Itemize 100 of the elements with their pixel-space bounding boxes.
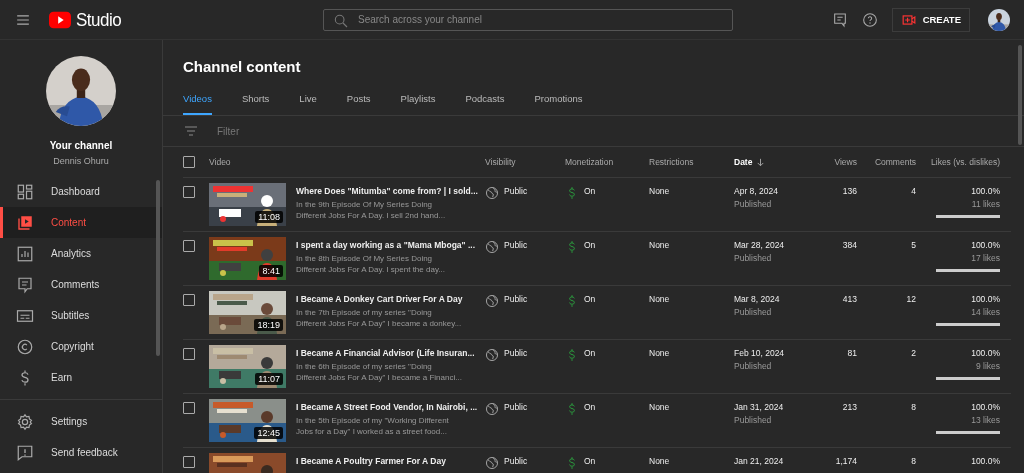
message-icon[interactable] [831, 11, 848, 28]
globe-icon [485, 456, 499, 470]
search-field[interactable]: Search across your channel [323, 8, 733, 31]
tab[interactable]: Posts [346, 87, 371, 115]
status-text: Published [734, 415, 772, 425]
table-cell: 5 [911, 240, 916, 250]
table-cell: Public [504, 240, 528, 250]
table-cell: 100.0% [971, 240, 1000, 250]
copyright-icon [16, 337, 34, 356]
table-cell: Mar 8, 2024 [734, 294, 780, 304]
tab[interactable]: Live [299, 87, 317, 115]
checkbox[interactable] [183, 156, 195, 168]
video-title[interactable]: I Became A Financial Advisor (Life Insuran... [296, 348, 475, 358]
checkbox[interactable] [183, 240, 195, 252]
table-cell: None [649, 402, 670, 412]
bar-chart-icon [16, 244, 34, 263]
sidebar-item[interactable]: Content [0, 207, 162, 238]
table-cell: 2 [911, 348, 916, 358]
tab[interactable]: Shorts [241, 87, 270, 115]
table-cell: Apr 8, 2024 [734, 186, 778, 196]
sidebar-item[interactable]: Copyright [0, 331, 162, 362]
duration-badge: 12:45 [254, 427, 283, 439]
column-header[interactable]: Restrictions [649, 157, 694, 167]
filter-field[interactable]: Filter [217, 125, 417, 137]
duration-badge: 11:08 [255, 211, 283, 223]
table-cell: On [584, 402, 596, 412]
globe-icon [485, 186, 499, 200]
table-cell: 100.0% [971, 186, 1000, 196]
column-header[interactable]: Views [834, 157, 857, 167]
table-cell: On [584, 186, 596, 196]
likes-count: 17 likes [971, 253, 1000, 263]
column-header[interactable]: Date [734, 156, 767, 168]
sidebar-item[interactable]: Dashboard [0, 176, 162, 207]
tab[interactable]: Podcasts [465, 87, 505, 115]
sidebar-item[interactable]: Send feedback [0, 437, 162, 468]
table-cell: 100.0% [971, 456, 1000, 466]
table-cell: 413 [842, 294, 857, 304]
tab[interactable]: Videos [183, 87, 212, 115]
video-description: In the 5th Episode of my "Working Different Jobs for a Day" I worked as a street food... [296, 415, 450, 437]
column-header[interactable]: Likes (vs. dislikes) [931, 157, 1000, 167]
comment-icon [16, 275, 34, 294]
video-description: In the 9th Episode Of My Series Doing Different Jobs For A Day. I sell 2nd hand... [296, 199, 447, 221]
table-cell: 136 [842, 186, 857, 196]
sidebar-item[interactable]: Settings [0, 406, 162, 437]
table-cell: Mar 28, 2024 [734, 240, 785, 250]
sidebar-item[interactable]: Comments [0, 269, 162, 300]
table-cell: None [649, 186, 670, 196]
checkbox[interactable] [183, 402, 195, 414]
video-title[interactable]: I Became A Poultry Farmer For A Day [296, 456, 446, 466]
table-cell: 100.0% [971, 294, 1000, 304]
sidebar-item[interactable]: Subtitles [0, 300, 162, 331]
video-title[interactable]: Where Does "Mitumba" come from? | I sold... [296, 186, 478, 196]
tab[interactable]: Playlists [400, 87, 436, 115]
table-cell: Feb 10, 2024 [734, 348, 785, 358]
table-cell: 4 [911, 186, 916, 196]
table-cell: Public [504, 402, 528, 412]
scrollbar[interactable] [1018, 45, 1022, 145]
table-cell: 81 [847, 348, 857, 358]
checkbox[interactable] [183, 348, 195, 360]
table-cell: Public [504, 294, 528, 304]
down-arrow-icon [755, 156, 767, 168]
video-description: In the 7th Episode of my series "Doing Different Jobs For A Day" I became a donkey... [296, 307, 463, 329]
scrollbar[interactable] [156, 180, 160, 356]
tab[interactable]: Promotions [534, 87, 583, 115]
table-cell: 100.0% [971, 402, 1000, 412]
likes-count: 13 likes [971, 415, 1000, 425]
table-cell: On [584, 294, 596, 304]
page-title: Channel content [183, 58, 302, 75]
checkbox[interactable] [183, 186, 195, 198]
column-header[interactable]: Comments [874, 157, 916, 167]
sidebar-item[interactable]: Earn [0, 362, 162, 393]
column-header[interactable]: Video [209, 157, 231, 167]
status-text: Published [734, 361, 772, 371]
help-icon[interactable] [861, 11, 878, 28]
globe-icon [485, 294, 499, 308]
table-cell: On [584, 240, 596, 250]
channel-label: Your channel [48, 140, 114, 151]
table-cell: On [584, 348, 596, 358]
feedback-icon [16, 443, 34, 462]
create-button[interactable]: CREATE [891, 7, 970, 32]
checkbox[interactable] [183, 456, 195, 468]
table-cell: 12 [906, 294, 916, 304]
duration-badge: 11:07 [255, 373, 283, 385]
table-cell: 8 [911, 456, 916, 466]
globe-icon [485, 240, 499, 254]
table-cell: Public [504, 456, 528, 466]
column-header[interactable]: Visibility [485, 157, 516, 167]
column-header[interactable]: Monetization [565, 157, 614, 167]
checkbox[interactable] [183, 294, 195, 306]
table-cell: None [649, 456, 670, 466]
video-plus-icon [900, 12, 917, 27]
menu-icon[interactable] [16, 12, 30, 27]
video-title[interactable]: I Became A Donkey Cart Driver For A Day [296, 294, 464, 304]
table-cell: On [584, 456, 596, 466]
video-title[interactable]: I spent a day working as a "Mama Mboga" ... [296, 240, 476, 250]
likes-count: 14 likes [971, 307, 1000, 317]
video-title[interactable]: I Became A Street Food Vendor, In Nairobi, ... [296, 402, 478, 412]
likes-count: 11 likes [971, 199, 1000, 209]
sidebar-item[interactable]: Analytics [0, 238, 162, 269]
duration-badge: 18:19 [254, 319, 283, 331]
